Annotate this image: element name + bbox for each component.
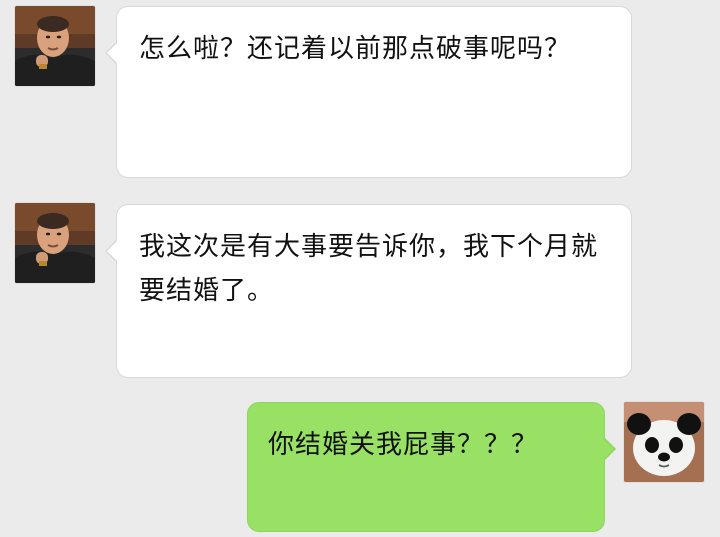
avatar-image-man xyxy=(15,203,95,283)
man-avatar[interactable] xyxy=(15,203,95,283)
chat-area: 怎么啦？还记着以前那点破事呢吗？ 我这次是有大事要告诉你，我下个月就要结婚了。 xyxy=(0,0,720,537)
avatar-image-man xyxy=(15,6,95,86)
incoming-message-bubble[interactable]: 我这次是有大事要告诉你，我下个月就要结婚了。 xyxy=(105,204,632,378)
message-text: 怎么啦？还记着以前那点破事呢吗？ xyxy=(139,34,572,64)
bubble-tail-fill xyxy=(603,438,614,460)
message-text: 我这次是有大事要告诉你，我下个月就要结婚了。 xyxy=(139,232,599,306)
message-text: 你结婚关我屁事？？？ xyxy=(268,430,539,460)
bubble-tail-fill xyxy=(107,240,118,262)
panda-avatar[interactable] xyxy=(624,402,704,482)
bubble-tail-fill xyxy=(107,42,118,64)
avatar-image-panda xyxy=(624,402,704,482)
man-avatar[interactable] xyxy=(15,6,95,86)
outgoing-message-bubble[interactable]: 你结婚关我屁事？？？ xyxy=(247,402,616,532)
incoming-message-bubble[interactable]: 怎么啦？还记着以前那点破事呢吗？ xyxy=(105,6,632,178)
